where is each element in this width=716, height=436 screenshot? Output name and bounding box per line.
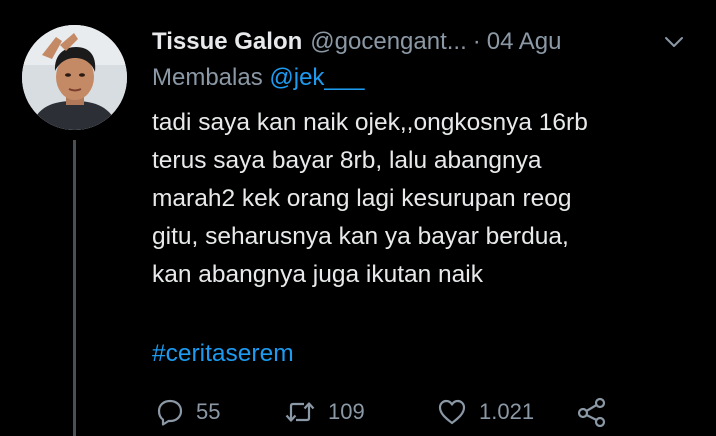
tweet-date[interactable]: 04 Agu	[487, 28, 562, 56]
separator-dot: ·	[472, 28, 481, 55]
replying-to-label: Membalas	[152, 64, 263, 91]
tweet-text: tadi saya kan naik ojek,,ongkosnya 16rb …	[152, 104, 692, 294]
avatar-photo	[22, 25, 127, 130]
tweet[interactable]: Tissue Galon @gocengant... · 04 Agu Memb…	[0, 0, 716, 436]
replying-to-handle[interactable]: @jek___	[269, 64, 364, 91]
reply-icon	[157, 399, 183, 426]
like-button[interactable]: 1.021	[437, 392, 534, 432]
replying-to: Membalas @jek___	[152, 64, 364, 92]
display-name[interactable]: Tissue Galon	[152, 28, 302, 56]
user-handle[interactable]: @gocengant...	[310, 28, 466, 56]
tweet-text-line: kan abangnya juga ikutan naik	[152, 261, 484, 288]
hashtag-link[interactable]: #ceritaserem	[152, 340, 294, 368]
tweet-header: Tissue Galon @gocengant... · 04 Agu	[152, 25, 692, 59]
tweet-text-line: tadi saya kan naik ojek,,ongkosnya 16rb	[152, 109, 588, 136]
reply-button[interactable]: 55	[156, 392, 220, 432]
chevron-down-icon[interactable]	[663, 32, 685, 52]
tweet-text-line: terus saya bayar 8rb, lalu abangnya	[152, 147, 542, 174]
retweet-count: 109	[328, 399, 365, 424]
retweet-button[interactable]: 109	[284, 392, 365, 432]
share-button[interactable]	[576, 392, 608, 432]
tweet-text-line: marah2 kek orang lagi kesurupan reog	[152, 185, 572, 212]
tweet-text-line: gitu, seharusnya kan ya bayar berdua,	[152, 223, 569, 250]
retweet-icon	[285, 402, 315, 422]
thread-line	[73, 140, 76, 436]
reply-count: 55	[196, 399, 221, 424]
heart-icon	[438, 399, 466, 425]
like-count: 1.021	[479, 399, 535, 424]
avatar[interactable]	[22, 25, 127, 130]
action-bar: 55 109 1.021	[152, 392, 692, 432]
share-icon	[577, 397, 606, 427]
